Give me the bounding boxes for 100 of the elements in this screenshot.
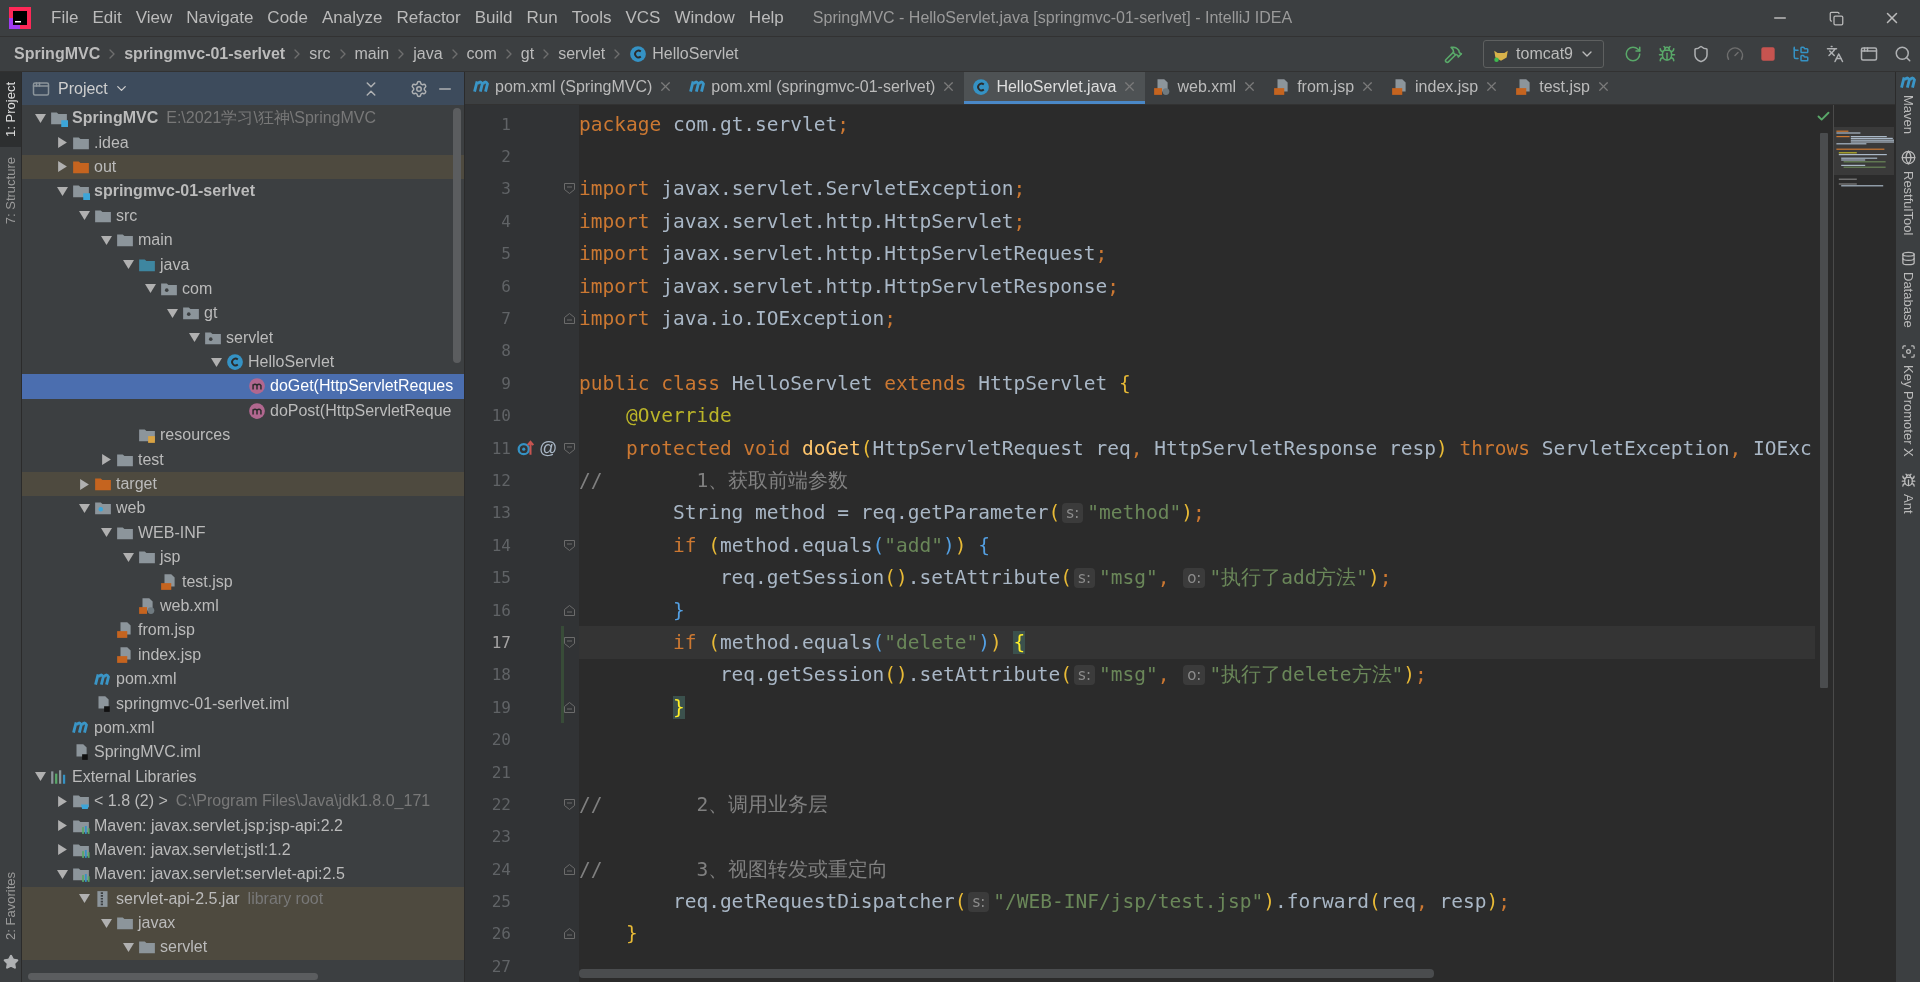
settings-icon[interactable]	[410, 79, 428, 98]
expanded-arrow-icon[interactable]	[210, 356, 222, 368]
structure-icon[interactable]	[1792, 45, 1810, 63]
hammer-icon[interactable]	[1444, 44, 1464, 64]
menu-item[interactable]: Edit	[85, 8, 129, 28]
rerun-icon[interactable]	[1624, 45, 1642, 63]
tree-item[interactable]: test	[22, 447, 464, 472]
menu-item[interactable]: File	[44, 8, 86, 28]
tool-window-tab[interactable]: Maven	[1900, 76, 1916, 135]
editor-tab[interactable]: pom.xml (SpringMVC)	[465, 72, 682, 104]
fold-marker-icon[interactable]	[563, 604, 575, 616]
tree-item[interactable]: Maven: javax.servlet:servlet-api:2.5	[22, 862, 464, 887]
collapsed-arrow-icon[interactable]	[56, 795, 68, 807]
expanded-arrow-icon[interactable]	[122, 941, 134, 953]
panel-title[interactable]: Project	[58, 79, 129, 98]
code-editor[interactable]	[465, 105, 1815, 982]
tree-item[interactable]: SpringMVC.iml	[22, 740, 464, 765]
window-icon[interactable]	[1860, 45, 1878, 63]
fold-marker-icon[interactable]	[563, 636, 575, 648]
shield-icon[interactable]	[1692, 45, 1710, 63]
editor-tab[interactable]: pom.xml (springmvc-01-serlvet)	[681, 72, 965, 104]
tree-item[interactable]: Maven: javax.servlet:jstl:1.2	[22, 837, 464, 863]
breadcrumb-item[interactable]: servlet	[558, 45, 606, 63]
collapsed-arrow-icon[interactable]	[56, 137, 68, 149]
tree-item[interactable]: web	[22, 496, 464, 521]
expanded-arrow-icon[interactable]	[34, 771, 46, 783]
menu-item[interactable]: Window	[667, 8, 742, 28]
tree-item[interactable]: HelloServlet	[22, 349, 464, 375]
tree-item[interactable]: java	[22, 252, 464, 277]
expanded-arrow-icon[interactable]	[78, 210, 90, 222]
tree-item[interactable]: com	[22, 276, 464, 302]
scrollbar-thumb[interactable]	[579, 969, 1434, 978]
tool-window-tab[interactable]: 2: Favorites	[0, 862, 21, 950]
tree-item[interactable]: doGet(HttpServletReques	[22, 374, 464, 399]
breadcrumb-item[interactable]: main	[354, 45, 390, 63]
expanded-arrow-icon[interactable]	[78, 502, 90, 514]
tree-item[interactable]: springmvc-01-serlvet	[22, 179, 464, 204]
breadcrumb-item[interactable]: SpringMVC	[14, 45, 101, 63]
tree-item[interactable]: servlet	[22, 325, 464, 350]
fold-marker-icon[interactable]	[563, 701, 575, 713]
expanded-arrow-icon[interactable]	[188, 332, 200, 344]
tree-item[interactable]: out	[22, 154, 464, 180]
scrollbar-thumb[interactable]	[1820, 133, 1828, 688]
expanded-arrow-icon[interactable]	[166, 307, 178, 319]
tree-item[interactable]: test.jsp	[22, 569, 464, 594]
collapsed-arrow-icon[interactable]	[78, 478, 90, 490]
menu-item[interactable]: Navigate	[179, 8, 261, 28]
expanded-arrow-icon[interactable]	[122, 259, 134, 271]
expanded-arrow-icon[interactable]	[100, 527, 112, 539]
expanded-arrow-icon[interactable]	[56, 868, 68, 880]
tree-item[interactable]: pom.xml	[22, 715, 464, 741]
tree-item[interactable]: External Libraries	[22, 764, 464, 789]
annotation-marker[interactable]: @	[539, 437, 558, 459]
scrollbar-thumb[interactable]	[28, 973, 318, 980]
star-icon[interactable]	[3, 954, 19, 970]
tree-item[interactable]: springmvc-01-serlvet.iml	[22, 691, 464, 716]
fold-marker-icon[interactable]	[563, 442, 575, 454]
fold-marker-icon[interactable]	[563, 539, 575, 551]
menu-item[interactable]: Build	[467, 8, 520, 28]
stop-icon[interactable]	[1760, 46, 1776, 62]
tree-item[interactable]: gt	[22, 301, 464, 326]
editor-tab[interactable]: test.jsp	[1507, 72, 1619, 104]
breadcrumb-item[interactable]: HelloServlet	[629, 45, 739, 63]
tool-window-tab[interactable]: RestfulTool	[1900, 150, 1916, 236]
expanded-arrow-icon[interactable]	[100, 234, 112, 246]
breadcrumb-item[interactable]: src	[309, 45, 331, 63]
translate-icon[interactable]	[1826, 45, 1844, 63]
menu-item[interactable]: Code	[260, 8, 315, 28]
tree-item[interactable]: main	[22, 227, 464, 253]
search-icon[interactable]	[1894, 45, 1912, 63]
expanded-arrow-icon[interactable]	[56, 185, 68, 197]
tree-item[interactable]: doPost(HttpServletReque	[22, 398, 464, 424]
tree-item[interactable]: from.jsp	[22, 618, 464, 643]
editor-tab[interactable]: index.jsp	[1383, 72, 1508, 104]
tree-item[interactable]: servlet-api-2.5.jar library root	[22, 886, 464, 911]
fold-marker-icon[interactable]	[563, 313, 575, 325]
breadcrumb-item[interactable]: java	[413, 45, 443, 63]
tool-window-tab[interactable]: Ant	[1900, 472, 1916, 514]
tree-item[interactable]: jsp	[22, 545, 464, 570]
expanded-arrow-icon[interactable]	[34, 112, 46, 124]
restore-icon[interactable]	[1828, 10, 1844, 26]
fold-marker-icon[interactable]	[563, 928, 575, 940]
tree-item[interactable]: Maven: javax.servlet.jsp:jsp-api:2.2	[22, 813, 464, 838]
tree-item[interactable]: javax	[22, 910, 464, 936]
breadcrumb-item[interactable]: springmvc-01-serlvet	[124, 45, 286, 63]
tree-item[interactable]: < 1.8 (2) > C:\Program Files\Java\jdk1.8.0_171	[22, 788, 464, 814]
profiler-icon[interactable]	[1726, 45, 1744, 63]
editor-tab[interactable]: web.xml	[1145, 72, 1266, 104]
tool-window-tab[interactable]: 7: Structure	[0, 146, 21, 235]
collapsed-arrow-icon[interactable]	[100, 454, 112, 466]
tree-item[interactable]: pom.xml	[22, 667, 464, 692]
menu-item[interactable]: Tools	[564, 8, 619, 28]
menu-item[interactable]: Analyze	[315, 8, 390, 28]
menu-item[interactable]: Help	[741, 8, 791, 28]
menu-item[interactable]: VCS	[618, 8, 668, 28]
tree-item[interactable]: WEB-INF	[22, 520, 464, 546]
override-icon[interactable]	[517, 439, 535, 458]
expanded-arrow-icon[interactable]	[122, 551, 134, 563]
menu-item[interactable]: Run	[519, 8, 565, 28]
collapsed-arrow-icon[interactable]	[56, 820, 68, 831]
